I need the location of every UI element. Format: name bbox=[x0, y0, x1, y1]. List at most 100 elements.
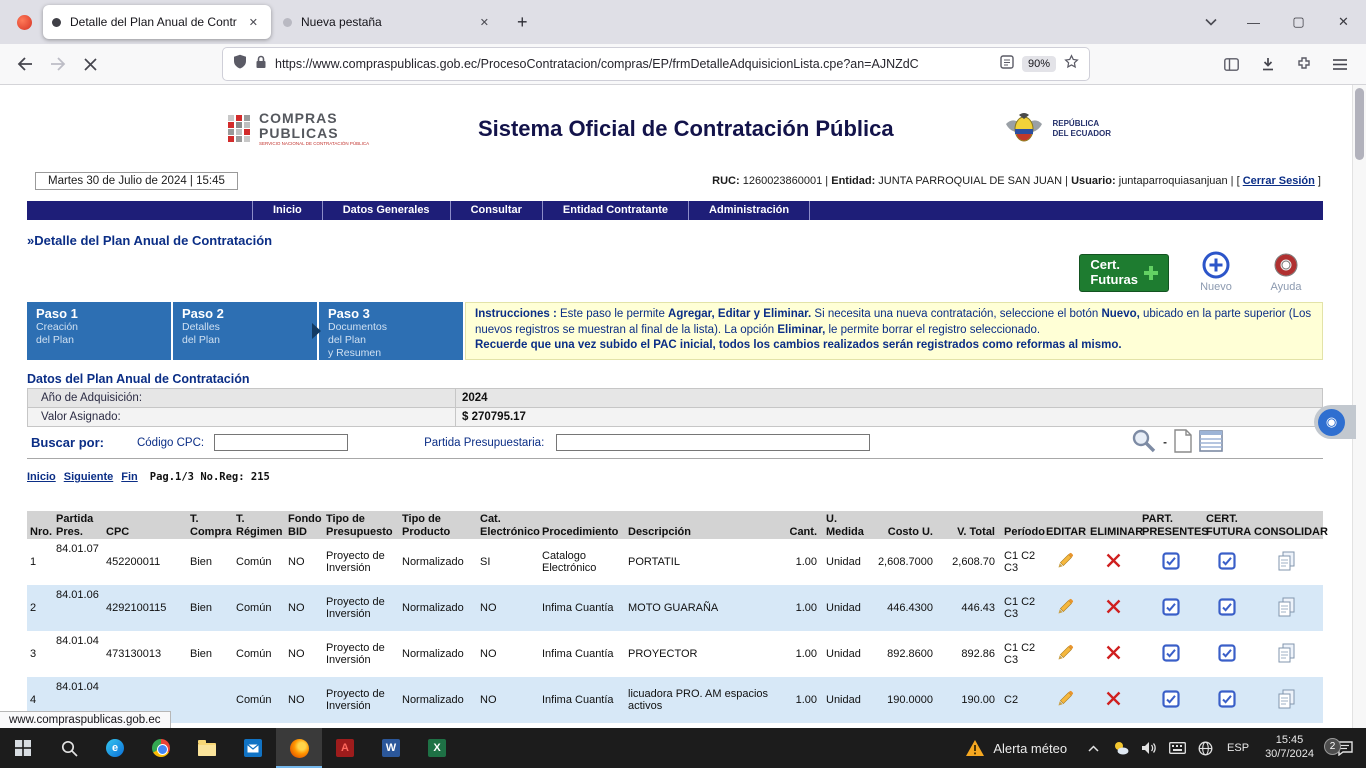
delete-button[interactable] bbox=[1087, 631, 1139, 677]
lock-icon[interactable] bbox=[255, 55, 267, 74]
table-cell: C2 bbox=[1001, 677, 1043, 723]
action-center-button[interactable]: 2 bbox=[1322, 728, 1366, 768]
part-presentes-button[interactable] bbox=[1139, 539, 1203, 585]
consolidar-button[interactable] bbox=[1251, 539, 1323, 585]
extensions-icon[interactable] bbox=[1287, 48, 1320, 80]
edit-button[interactable] bbox=[1043, 631, 1087, 677]
edit-button[interactable] bbox=[1043, 677, 1087, 723]
form-check-icon bbox=[1162, 644, 1180, 662]
new-tab-button[interactable]: + bbox=[505, 12, 540, 33]
cpc-input[interactable] bbox=[214, 434, 348, 451]
taskbar-clock[interactable]: 15:45 30/7/2024 bbox=[1257, 734, 1322, 762]
tab-close-icon[interactable]: ✕ bbox=[245, 15, 262, 30]
back-button[interactable] bbox=[8, 48, 41, 80]
list-view-icon[interactable] bbox=[1199, 430, 1223, 455]
weather-alert-widget[interactable]: Alerta méteo bbox=[953, 728, 1079, 768]
pagination-fin-link[interactable]: Fin bbox=[121, 471, 138, 483]
floating-assistant-widget[interactable]: ◉ bbox=[1314, 405, 1356, 439]
pagination-siguiente-link[interactable]: Siguiente bbox=[64, 471, 114, 483]
step-1[interactable]: Paso 1 Creación del Plan bbox=[27, 302, 171, 360]
edit-button[interactable] bbox=[1043, 539, 1087, 585]
acrobat-icon[interactable]: A bbox=[322, 728, 368, 768]
table-cell: 473130013 bbox=[103, 631, 187, 677]
excel-icon[interactable]: X bbox=[414, 728, 460, 768]
maximize-button[interactable]: ▢ bbox=[1276, 0, 1321, 44]
ayuda-button[interactable]: Ayuda bbox=[1263, 250, 1309, 293]
consolidar-button[interactable] bbox=[1251, 631, 1323, 677]
document-icon[interactable] bbox=[1173, 429, 1193, 456]
edit-button[interactable] bbox=[1043, 585, 1087, 631]
part-presentes-button[interactable] bbox=[1139, 585, 1203, 631]
url-bar[interactable]: https://www.compraspublicas.gob.ec/Proce… bbox=[223, 48, 1089, 80]
outlook-icon[interactable] bbox=[230, 728, 276, 768]
pagination-inicio-link[interactable]: Inicio bbox=[27, 471, 56, 483]
form-check-icon bbox=[1218, 644, 1236, 662]
menu-item-inicio[interactable]: Inicio bbox=[252, 201, 323, 220]
bookmark-star-icon[interactable] bbox=[1064, 54, 1079, 74]
file-explorer-icon[interactable] bbox=[184, 728, 230, 768]
menu-item-administracion[interactable]: Administración bbox=[689, 201, 810, 220]
column-header: PART. PRESENTES bbox=[1139, 511, 1203, 539]
partida-input[interactable] bbox=[556, 434, 870, 451]
page-title: Sistema Oficial de Contratación Pública bbox=[369, 116, 1002, 142]
menu-item-consultar[interactable]: Consultar bbox=[451, 201, 543, 220]
weather-tray-icon[interactable] bbox=[1107, 728, 1135, 768]
tab-favicon bbox=[283, 18, 292, 27]
datos-section-title: Datos del Plan Anual de Contratación bbox=[27, 372, 1323, 386]
cert-futura-button[interactable] bbox=[1203, 677, 1251, 723]
table-cell: NO bbox=[477, 677, 539, 723]
touch-keyboard-icon[interactable] bbox=[1163, 728, 1191, 768]
delete-button[interactable] bbox=[1087, 677, 1139, 723]
list-tabs-chevron-icon[interactable] bbox=[1191, 18, 1231, 26]
forward-button[interactable] bbox=[41, 48, 74, 80]
search-icon[interactable] bbox=[1131, 428, 1157, 457]
network-globe-icon[interactable] bbox=[1191, 728, 1219, 768]
word-icon[interactable]: W bbox=[368, 728, 414, 768]
chrome-icon[interactable] bbox=[138, 728, 184, 768]
firefox-icon[interactable] bbox=[17, 15, 32, 30]
firefox-taskbar-icon[interactable] bbox=[276, 728, 322, 768]
menu-item-datos-generales[interactable]: Datos Generales bbox=[323, 201, 451, 220]
language-indicator[interactable]: ESP bbox=[1219, 742, 1257, 754]
delete-button[interactable] bbox=[1087, 539, 1139, 585]
consolidar-button[interactable] bbox=[1251, 585, 1323, 631]
tracking-shield-icon[interactable] bbox=[233, 54, 247, 74]
breadcrumb: »Detalle del Plan Anual de Contratación bbox=[27, 233, 1323, 248]
minimize-button[interactable]: — bbox=[1231, 0, 1276, 44]
start-button[interactable] bbox=[0, 728, 46, 768]
step-3[interactable]: Paso 3 Documentos del Plan y Resumen bbox=[319, 302, 463, 360]
column-header: Costo U. bbox=[869, 511, 939, 539]
nuevo-button[interactable]: Nuevo bbox=[1193, 250, 1239, 293]
tab-close-icon[interactable]: ✕ bbox=[476, 15, 493, 30]
stop-reload-button[interactable] bbox=[74, 48, 107, 80]
part-presentes-button[interactable] bbox=[1139, 677, 1203, 723]
tab-nueva-pestana[interactable]: Nueva pestaña ✕ bbox=[274, 5, 502, 39]
edge-icon[interactable]: e bbox=[92, 728, 138, 768]
scrollbar-thumb[interactable] bbox=[1355, 88, 1364, 160]
zoom-level-badge[interactable]: 90% bbox=[1022, 56, 1056, 72]
screen: Detalle del Plan Anual de Contr ✕ Nueva … bbox=[0, 0, 1366, 768]
hidden-icons-chevron[interactable] bbox=[1079, 728, 1107, 768]
consolidar-button[interactable] bbox=[1251, 677, 1323, 723]
column-header: ELIMINAR bbox=[1087, 511, 1139, 539]
menu-item-entidad-contratante[interactable]: Entidad Contratante bbox=[543, 201, 689, 220]
downloads-icon[interactable] bbox=[1251, 48, 1284, 80]
close-button[interactable]: ✕ bbox=[1321, 0, 1366, 44]
cert-futura-button[interactable] bbox=[1203, 585, 1251, 631]
cert-futura-button[interactable] bbox=[1203, 539, 1251, 585]
reader-mode-icon[interactable] bbox=[1000, 55, 1014, 74]
column-header: Tipo de Producto bbox=[399, 511, 477, 539]
cert-futura-button[interactable] bbox=[1203, 631, 1251, 677]
taskbar-search-icon[interactable] bbox=[46, 728, 92, 768]
sidebar-icon[interactable] bbox=[1215, 48, 1248, 80]
part-presentes-button[interactable] bbox=[1139, 631, 1203, 677]
menu-hamburger-icon[interactable] bbox=[1323, 48, 1356, 80]
volume-icon[interactable] bbox=[1135, 728, 1163, 768]
alert-triangle-icon bbox=[965, 739, 985, 757]
windows-taskbar: e A W X Alerta méteo bbox=[0, 728, 1366, 768]
step-2[interactable]: Paso 2 Detalles del Plan bbox=[173, 302, 317, 360]
cert-futuras-button[interactable]: Cert. Futuras bbox=[1079, 254, 1169, 292]
tab-detalle-plan[interactable]: Detalle del Plan Anual de Contr ✕ bbox=[43, 5, 271, 39]
logout-link[interactable]: Cerrar Sesión bbox=[1243, 175, 1315, 187]
delete-button[interactable] bbox=[1087, 585, 1139, 631]
